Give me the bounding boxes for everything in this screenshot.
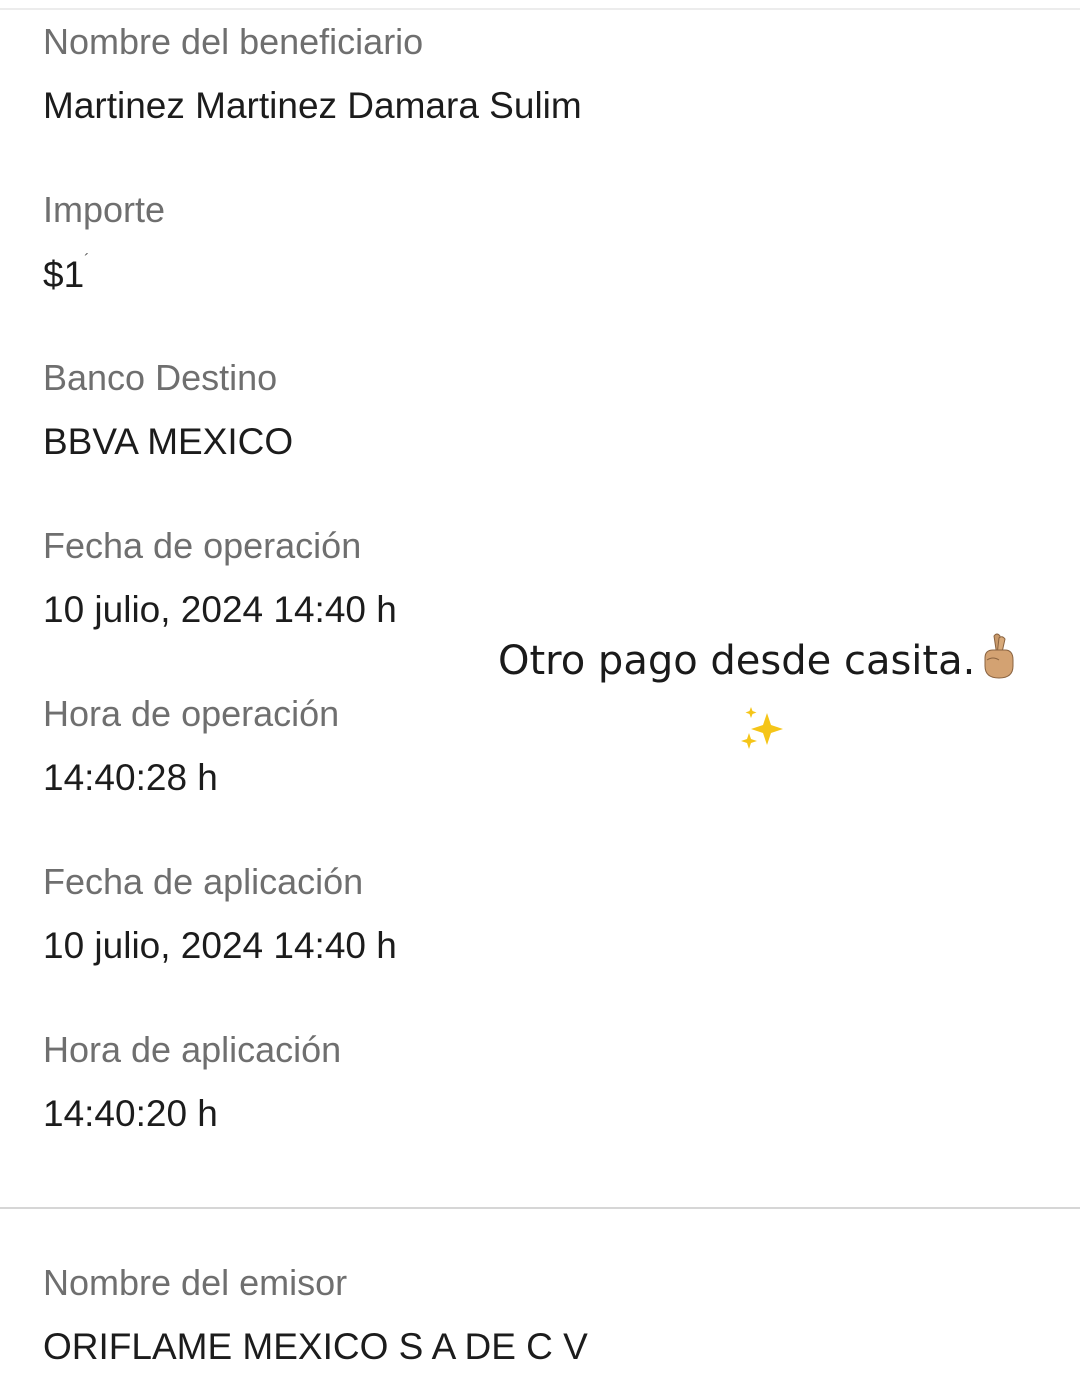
operation-date-label: Fecha de operación [43,525,362,566]
destination-bank-field: Banco Destino BBVA MEXICO [43,356,293,464]
amount-row: $1´ [43,252,165,297]
amount-redaction-mark: ´ [84,252,90,269]
application-date-value: 10 julio, 2024 14:40 h [43,925,397,966]
issuer-label: Nombre del emisor [43,1262,348,1303]
operation-time-label: Hora de operación [43,693,340,734]
destination-bank-label: Banco Destino [43,357,278,398]
application-time-label: Hora de aplicación [43,1029,342,1070]
application-date-label: Fecha de aplicación [43,861,364,902]
top-divider [0,0,1080,10]
operation-date-value: 10 julio, 2024 14:40 h [43,589,397,630]
sparkles-icon [741,707,783,749]
amount-label: Importe [43,189,166,230]
amount-value: $1 [43,254,85,295]
destination-bank-value: BBVA MEXICO [43,421,294,462]
section-divider [0,1207,1080,1209]
issuer-value: ORIFLAME MEXICO S A DE C V [43,1326,588,1367]
application-time-field: Hora de aplicación 14:40:20 h [43,1028,341,1136]
application-date-field: Fecha de aplicación 10 julio, 2024 14:40… [43,860,397,968]
amount-field: Importe $1´ [43,188,165,297]
crossed-fingers-icon [984,633,1014,679]
beneficiary-field: Nombre del beneficiario Martinez Martine… [43,20,582,128]
beneficiary-label: Nombre del beneficiario [43,21,424,62]
application-time-value: 14:40:20 h [43,1093,218,1134]
issuer-field: Nombre del emisor ORIFLAME MEXICO S A DE… [43,1261,588,1369]
beneficiary-value: Martinez Martinez Damara Sulim [43,85,582,126]
operation-time-field: Hora de operación 14:40:28 h [43,692,339,800]
caption-text: Otro pago desde casita. [498,638,976,684]
caption-overlay: Otro pago desde casita. [498,630,1017,686]
operation-time-value: 14:40:28 h [43,757,218,798]
operation-date-field: Fecha de operación 10 julio, 2024 14:40 … [43,524,397,632]
